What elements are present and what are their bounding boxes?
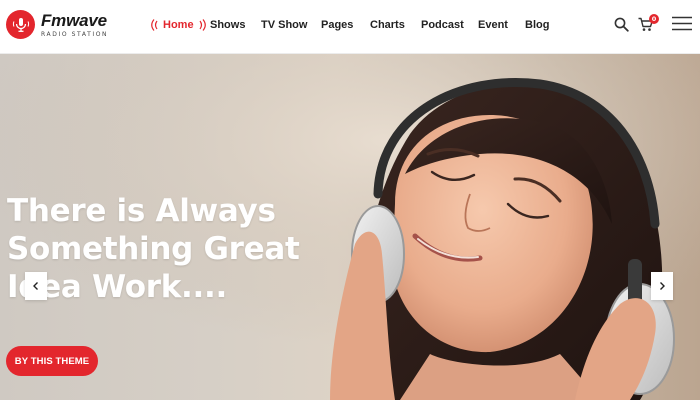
slider-prev-button[interactable] [25,272,47,300]
brand-tagline: RADIO STATION [41,30,109,38]
nav-item-tv-show[interactable]: TV Show [261,19,307,31]
cart-count-badge: 0 [649,14,659,24]
search-icon[interactable] [614,17,629,37]
brand-logo[interactable]: Fmwave RADIO STATION [6,10,108,39]
hero-title-line: Idea Work.... [7,269,227,305]
nav-item-podcast[interactable]: Podcast [421,19,464,31]
cart-icon[interactable]: 0 [638,14,659,37]
nav-item-charts[interactable]: Charts [370,19,405,31]
hero-title: There is Always Something Great Idea Wor… [7,192,337,306]
buy-theme-button[interactable]: BY THIS THEME [6,346,98,376]
slider-next-button[interactable] [651,272,673,300]
chevron-left-icon [33,282,38,290]
nav-item-shows[interactable]: Shows [210,19,245,31]
microphone-logo-icon [6,10,35,39]
radio-wave-right-icon [199,19,206,31]
hero-title-line: Something Great [7,231,300,267]
brand-name: Fmwave [41,10,107,30]
radio-wave-left-icon [151,19,158,31]
hero-title-line: There is Always [7,193,276,229]
nav-item-pages[interactable]: Pages [321,19,353,31]
hamburger-menu-icon[interactable] [672,16,692,36]
nav-item-event[interactable]: Event [478,19,508,31]
hero-slider: There is Always Something Great Idea Wor… [0,54,700,400]
nav-item-label: Home [163,19,194,31]
nav-item-home[interactable]: Home [150,19,207,31]
chevron-right-icon [660,282,665,290]
nav-item-blog[interactable]: Blog [525,19,549,31]
site-header: Fmwave RADIO STATION Home Shows TV Show … [0,0,700,54]
